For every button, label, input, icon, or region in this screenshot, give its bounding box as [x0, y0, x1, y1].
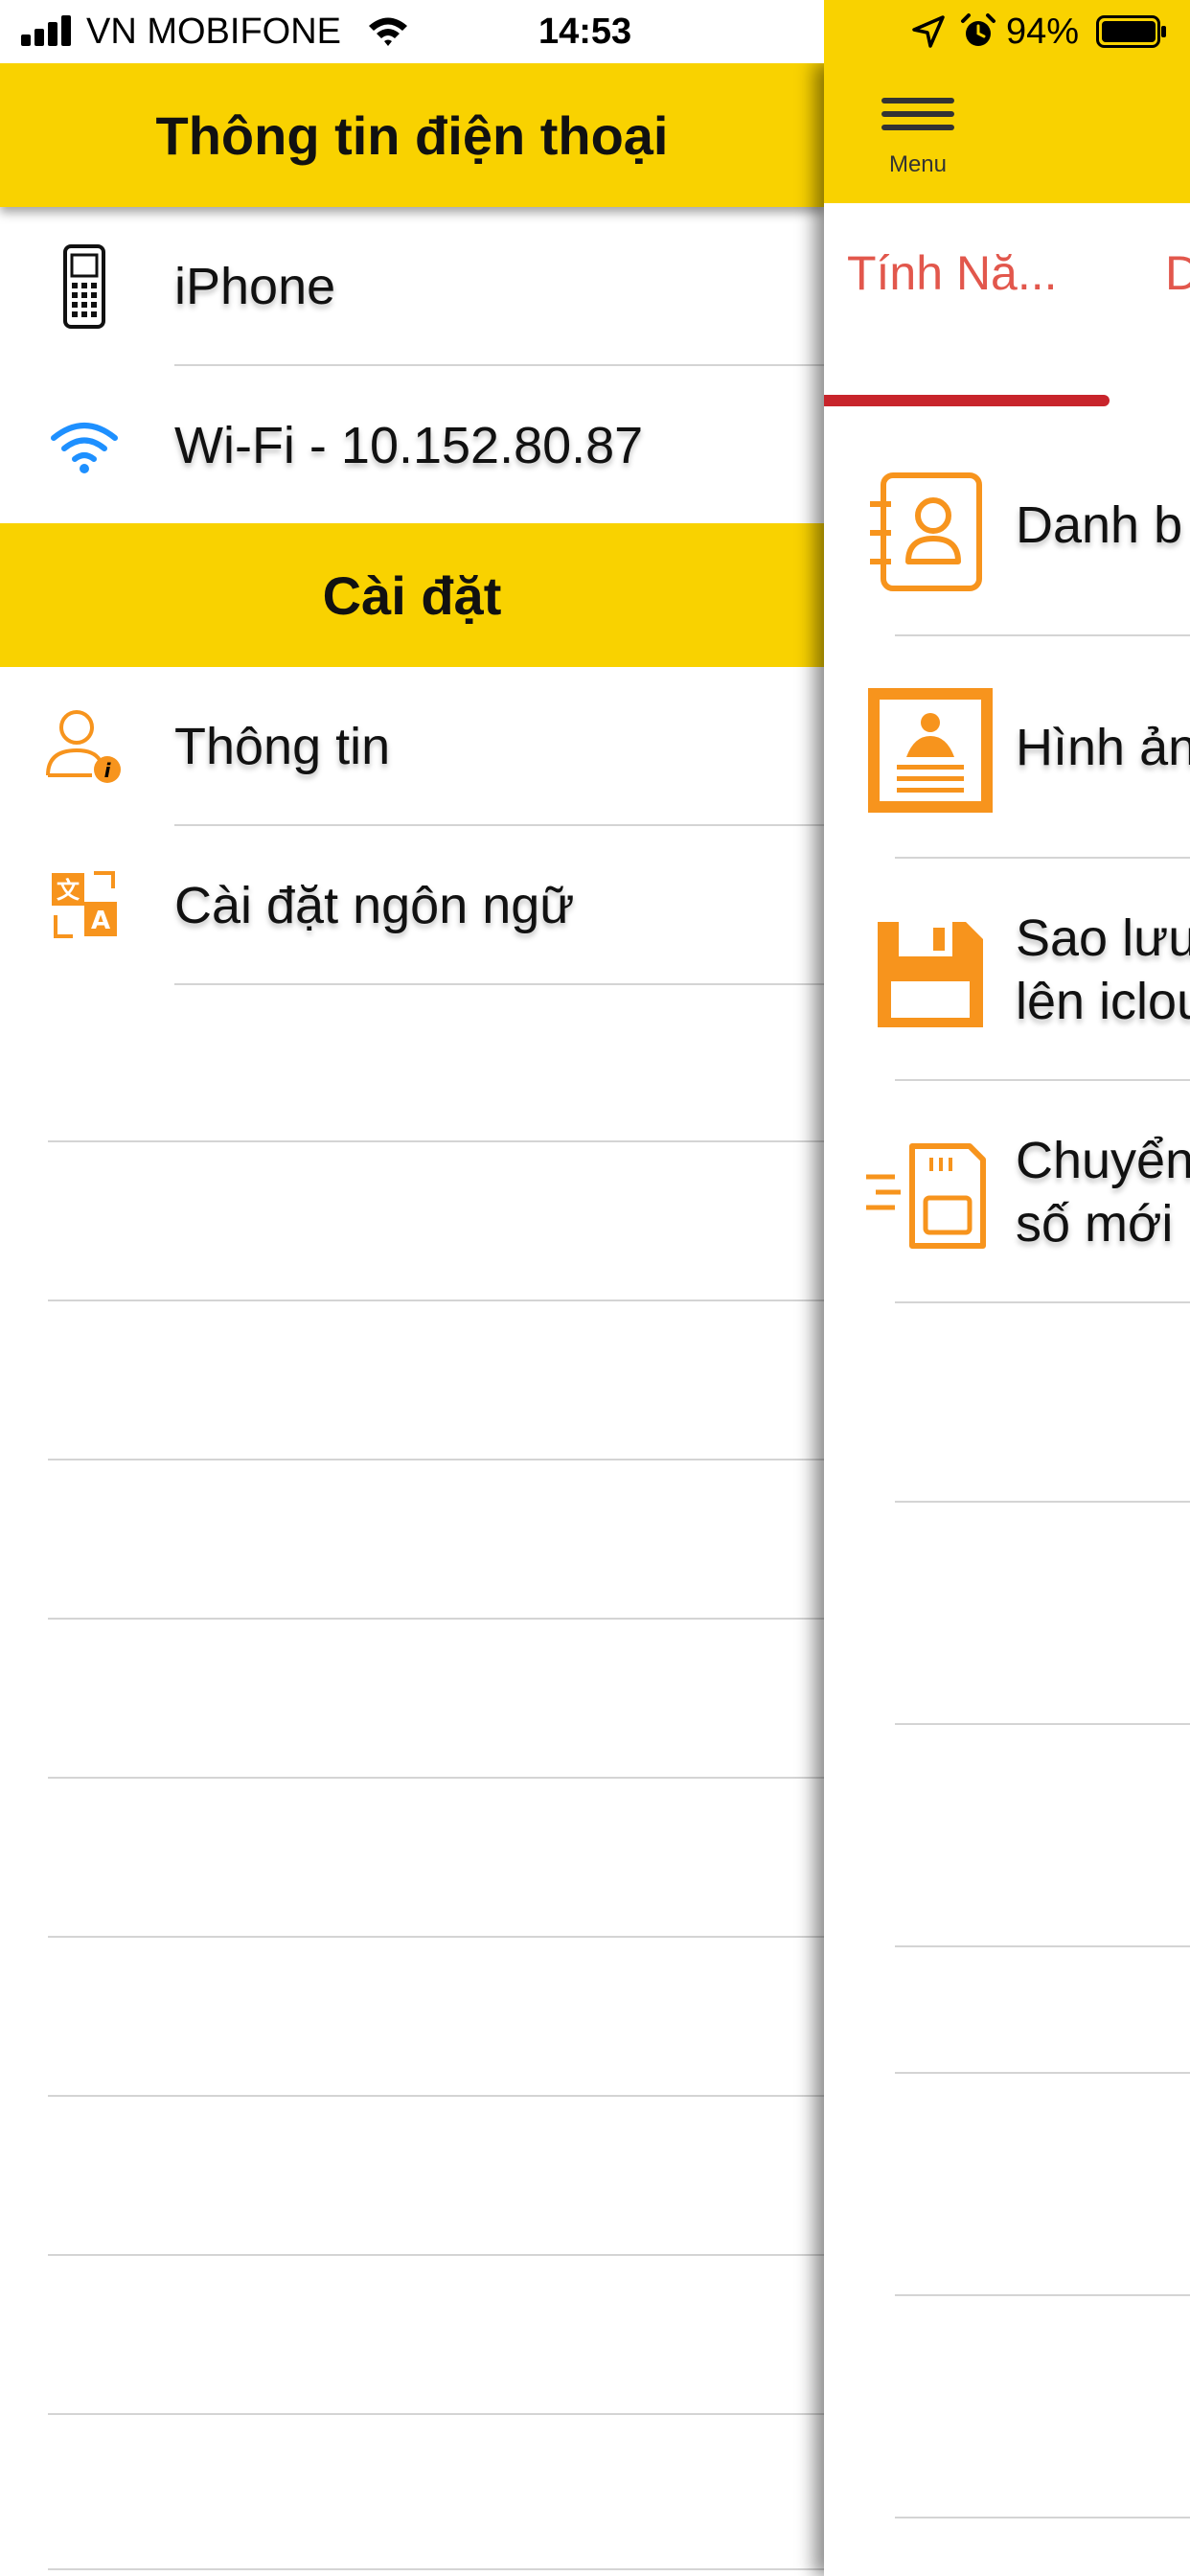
carrier-name: VN MOBIFONE: [86, 12, 342, 52]
menu-item-device[interactable]: iPhone: [0, 207, 824, 366]
empty-row-divider: [895, 2517, 1190, 2518]
svg-text:i: i: [104, 759, 112, 782]
divider: [895, 1301, 1190, 1303]
tab-second[interactable]: D: [1165, 245, 1190, 301]
hamburger-icon: [881, 111, 954, 117]
feature-label-line: Sao lưu: [1016, 909, 1190, 967]
feature-label-line: Hình ản: [1016, 719, 1190, 776]
feature-item-sim-transfer[interactable]: Chuyển số mới: [824, 1081, 1190, 1303]
wifi-icon: [51, 423, 118, 473]
tab-features[interactable]: Tính Nă...: [847, 245, 1058, 301]
menu-button-caption: Menu: [888, 151, 948, 177]
translate-icon: 文 A: [52, 871, 117, 938]
signal-bars-icon: [21, 15, 71, 46]
status-bar: VN MOBIFONE 14:53 94%: [0, 0, 1190, 63]
svg-text:A: A: [91, 907, 110, 935]
menu-item-language[interactable]: 文 A Cài đặt ngôn ngữ: [0, 826, 824, 985]
side-menu: Thông tin điện thoại iPhone Wi-Fi - 10.1…: [0, 63, 824, 2576]
empty-row-divider: [48, 1300, 824, 1301]
empty-row-divider: [895, 1945, 1190, 1947]
hamburger-icon: [881, 125, 954, 130]
alarm-clock-icon: [961, 13, 995, 46]
settings-section-header: Cài đặt: [0, 523, 824, 667]
empty-row-divider: [895, 1723, 1190, 1725]
phone-icon: [63, 244, 105, 329]
feature-item-label: Hình ản: [1016, 636, 1190, 859]
empty-row-divider: [48, 1936, 824, 1938]
photo-icon: [868, 688, 993, 813]
contacts-book-icon: [870, 472, 982, 591]
empty-row-divider: [895, 2294, 1190, 2296]
menu-item-label: Wi-Fi - 10.152.80.87: [174, 417, 644, 474]
side-menu-header: Thông tin điện thoại: [0, 63, 824, 207]
feature-item-contacts[interactable]: Danh b: [824, 414, 1190, 636]
feature-item-label: Sao lưu lên iclou: [1016, 859, 1190, 1081]
side-menu-title: Thông tin điện thoại: [155, 104, 669, 166]
feature-label-line: Danh b: [1016, 496, 1183, 554]
navigation-bar: Menu: [824, 63, 1190, 203]
empty-row-divider: [48, 2095, 824, 2097]
menu-button[interactable]: Menu: [878, 98, 958, 184]
feature-item-label: Danh b: [1016, 414, 1182, 636]
wifi-icon: [369, 17, 407, 46]
empty-row-divider: [48, 1777, 824, 1779]
feature-label-line: số mới: [1016, 1195, 1174, 1253]
svg-text:文: 文: [57, 877, 80, 904]
menu-item-label: Thông tin: [174, 718, 391, 775]
battery-percentage: 94%: [1006, 12, 1080, 52]
main-panel[interactable]: Menu Tính Nă... D Danh b Hình ản Sao lưu…: [824, 63, 1190, 2576]
menu-item-wifi[interactable]: Wi-Fi - 10.152.80.87: [0, 366, 824, 525]
empty-row-divider: [48, 1618, 824, 1620]
location-arrow-icon: [912, 15, 945, 48]
empty-row-divider: [48, 1459, 824, 1460]
feature-label-line: lên iclou: [1016, 973, 1190, 1030]
tab-bar: Tính Nă... D: [824, 203, 1190, 414]
divider: [174, 983, 824, 985]
empty-row-divider: [895, 1501, 1190, 1503]
empty-row-divider: [895, 2072, 1190, 2074]
hamburger-icon: [881, 98, 954, 104]
feature-item-label: Chuyển số mới: [1016, 1081, 1190, 1303]
empty-row-divider: [48, 2568, 824, 2570]
empty-row-divider: [48, 1140, 824, 1142]
sim-card-icon: [866, 1143, 986, 1249]
user-info-icon: i: [46, 710, 121, 783]
feature-label-line: Chuyển: [1016, 1132, 1190, 1189]
empty-row-divider: [48, 2413, 824, 2415]
battery-icon: [1096, 15, 1166, 48]
feature-item-backup[interactable]: Sao lưu lên iclou: [824, 859, 1190, 1081]
settings-section-title: Cài đặt: [322, 564, 502, 626]
menu-item-info[interactable]: i Thông tin: [0, 667, 824, 826]
menu-item-label: iPhone: [174, 258, 336, 315]
empty-row-divider: [48, 2254, 824, 2256]
save-disk-icon: [878, 922, 983, 1027]
clock-time: 14:53: [538, 12, 632, 52]
menu-item-label: Cài đặt ngôn ngữ: [174, 877, 575, 934]
active-tab-indicator: [824, 395, 1110, 406]
feature-item-photos[interactable]: Hình ản: [824, 636, 1190, 859]
